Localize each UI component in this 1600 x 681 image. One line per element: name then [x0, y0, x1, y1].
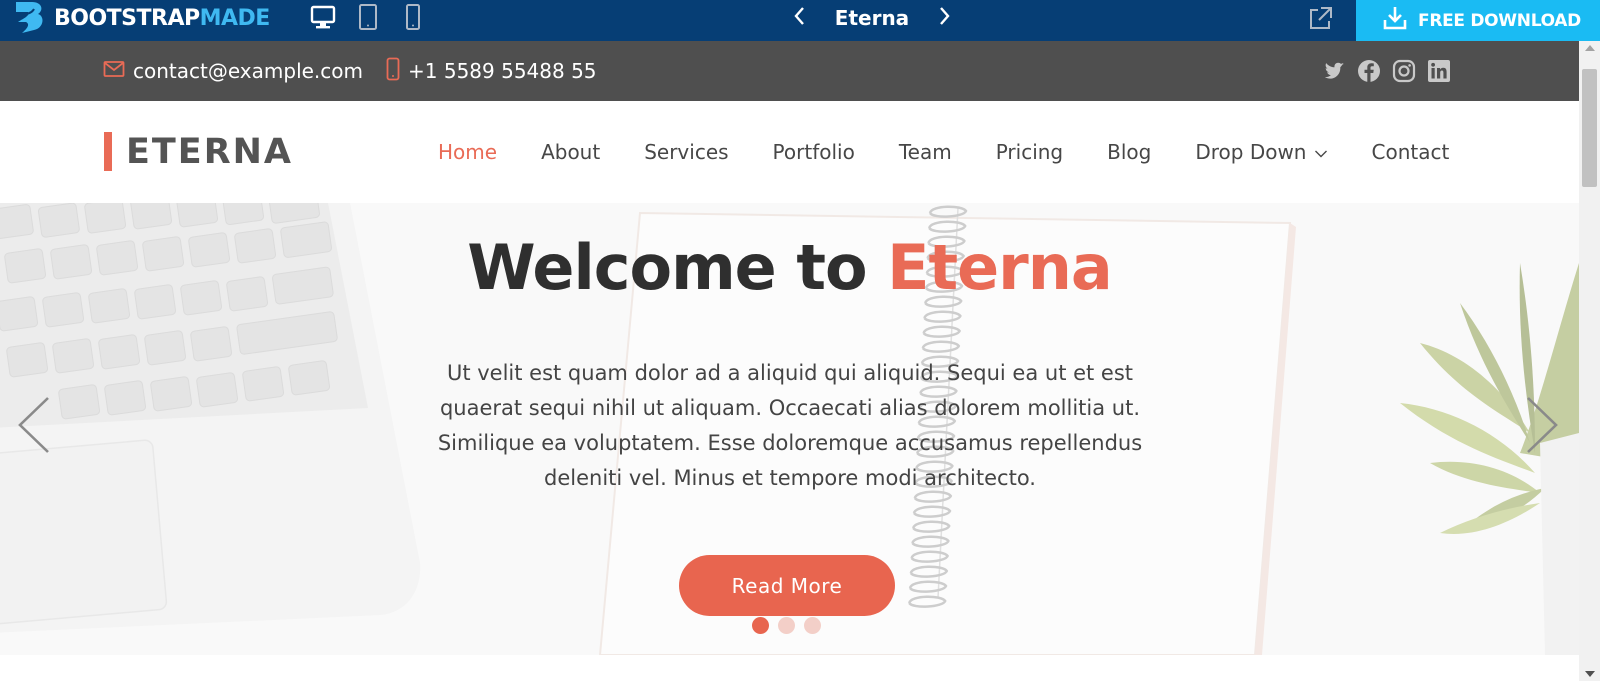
social-links [1322, 59, 1451, 83]
hero-title-accent: Eterna [887, 231, 1113, 304]
nav-item-contact[interactable]: Contact [1372, 140, 1450, 164]
carousel-dot-1[interactable] [752, 617, 769, 634]
hero-slider: Welcome to Eterna Ut velit est quam dolo… [0, 203, 1579, 655]
download-icon [1382, 5, 1408, 36]
nav-label: Blog [1107, 140, 1152, 164]
bootstrapmade-logo-icon [16, 2, 43, 33]
mobile-icon[interactable] [399, 3, 427, 36]
linkedin-icon[interactable] [1427, 59, 1451, 83]
facebook-icon[interactable] [1357, 59, 1381, 83]
nav-label: Drop Down [1195, 140, 1307, 164]
nav-label: Home [438, 140, 498, 164]
chevron-right-icon[interactable] [936, 5, 952, 32]
instagram-icon[interactable] [1392, 59, 1416, 83]
nav-item-portfolio[interactable]: Portfolio [773, 140, 855, 164]
site-logo[interactable]: ETERNA [104, 131, 294, 172]
nav-item-drop-down[interactable]: Drop Down [1195, 140, 1327, 164]
nav-label: Contact [1371, 140, 1450, 164]
template-switcher: Eterna [792, 4, 952, 32]
carousel-dot-2[interactable] [778, 617, 795, 634]
logo-text-accent: MADE [199, 5, 271, 31]
page-content-start [0, 655, 1579, 681]
scroll-thumb[interactable] [1582, 69, 1597, 187]
hero-title-prefix: Welcome to [467, 231, 867, 304]
email-text: contact@example.com [133, 59, 363, 83]
contact-phone[interactable]: +1 5589 55488 55 [386, 41, 597, 101]
site-header: ETERNA Home About Services Portfolio Tea… [0, 101, 1579, 203]
bootstrapmade-logo-text: BOOTSTRAPMADE [54, 6, 270, 31]
nav-label: About [541, 140, 601, 164]
contact-topbar: contact@example.com +1 5589 55488 55 [0, 41, 1579, 101]
free-download-button[interactable]: FREE DOWNLOAD [1356, 0, 1600, 41]
bootstrapmade-logo[interactable]: BOOTSTRAPMADE [12, 0, 270, 36]
nav-item-about[interactable]: About [541, 140, 600, 164]
phone-text: +1 5589 55488 55 [408, 59, 597, 83]
carousel-dot-3[interactable] [804, 617, 821, 634]
logo-text-main: BOOTSTRAP [54, 5, 200, 31]
contact-email[interactable]: contact@example.com [103, 41, 363, 101]
nav-label: Services [644, 140, 729, 164]
nav-item-team[interactable]: Team [899, 140, 952, 164]
free-download-label: FREE DOWNLOAD [1418, 10, 1581, 31]
hero-description: Ut velit est quam dolor ad a aliquid qui… [437, 361, 1143, 490]
nav-label: Team [898, 140, 952, 164]
bootstrapmade-bar: BOOTSTRAPMADE Eterna FREE DOWNLOAD [0, 0, 1600, 41]
twitter-icon[interactable] [1322, 59, 1346, 83]
nav-item-blog[interactable]: Blog [1107, 140, 1151, 164]
carousel-prev-icon[interactable] [14, 395, 54, 460]
chevron-down-icon [1314, 140, 1328, 164]
device-switcher [309, 3, 427, 36]
page-scrollbar[interactable] [1579, 41, 1600, 681]
logo-text: ETERNA [126, 131, 294, 172]
chevron-left-icon[interactable] [792, 5, 808, 32]
logo-accent-bar [104, 132, 112, 171]
nav-item-services[interactable]: Services [644, 140, 728, 164]
hero-title: Welcome to Eterna [0, 231, 1579, 304]
read-more-button[interactable]: Read More [679, 555, 895, 616]
carousel-indicators [752, 617, 821, 634]
tablet-icon[interactable] [354, 3, 382, 36]
scroll-up-arrow-icon[interactable] [1585, 45, 1595, 51]
phone-icon [386, 57, 400, 86]
external-link-icon[interactable] [1306, 5, 1334, 38]
nav-label: Portfolio [772, 140, 855, 164]
scroll-down-arrow-icon[interactable] [1585, 671, 1595, 677]
nav-item-pricing[interactable]: Pricing [996, 140, 1063, 164]
template-title: Eterna [834, 6, 910, 30]
main-nav: Home About Services Portfolio Team Prici… [438, 101, 1449, 203]
nav-item-home[interactable]: Home [438, 140, 497, 164]
carousel-next-icon[interactable] [1522, 395, 1562, 460]
envelope-icon [103, 59, 125, 83]
desktop-icon[interactable] [309, 3, 337, 36]
nav-label: Pricing [995, 140, 1064, 164]
